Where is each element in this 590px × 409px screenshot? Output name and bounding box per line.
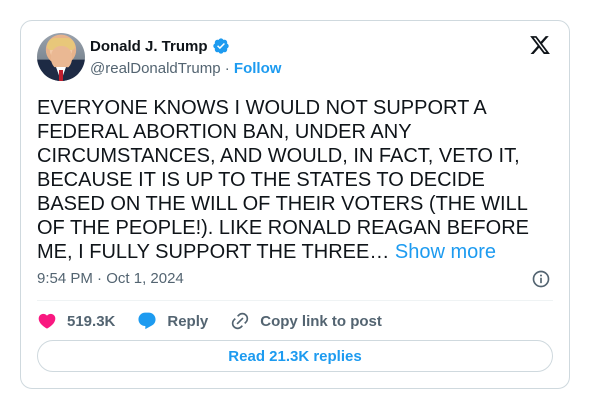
link-icon [232,312,249,330]
post-body: EVERYONE KNOWS I WOULD NOT SUPPORT A FED… [37,97,529,263]
author-name-row: Donald J. Trump [90,37,230,55]
read-replies-label: Read 21.3K replies [228,347,362,365]
author-handle[interactable]: @realDonaldTrump [90,60,221,77]
copy-link-button[interactable]: Copy link to post [230,311,382,331]
author-name[interactable]: Donald J. Trump [90,38,208,55]
like-button[interactable]: 519.3K [37,311,115,331]
post-card: Donald J. Trump @realDonaldTrump · Follo… [20,20,570,389]
post-timestamp[interactable]: 9:54 PM · Oct 1, 2024 [37,270,184,287]
timestamp-separator: · [97,270,103,287]
heart-icon [38,313,56,329]
read-replies-button[interactable]: Read 21.3K replies [37,340,553,372]
show-more-link[interactable]: Show more [395,241,496,263]
post-date: Oct 1, 2024 [106,270,184,287]
action-bar: 519.3K Reply Copy link to post [37,311,404,331]
x-logo-icon[interactable] [529,34,551,56]
divider [37,300,553,301]
follow-button[interactable]: Follow [234,60,282,77]
author-avatar[interactable] [37,33,85,81]
info-icon[interactable] [531,269,551,289]
verified-badge-icon [212,38,229,54]
reply-label: Reply [167,312,209,330]
speech-bubble-icon [138,312,156,330]
copy-link-label: Copy link to post [260,312,382,330]
author-handle-row: @realDonaldTrump · Follow [90,60,281,77]
post-time: 9:54 PM [37,270,93,287]
handle-separator: · [224,60,230,77]
like-count: 519.3K [67,312,116,330]
reply-button[interactable]: Reply [137,311,208,331]
post-text: EVERYONE KNOWS I WOULD NOT SUPPORT A FED… [37,96,555,264]
